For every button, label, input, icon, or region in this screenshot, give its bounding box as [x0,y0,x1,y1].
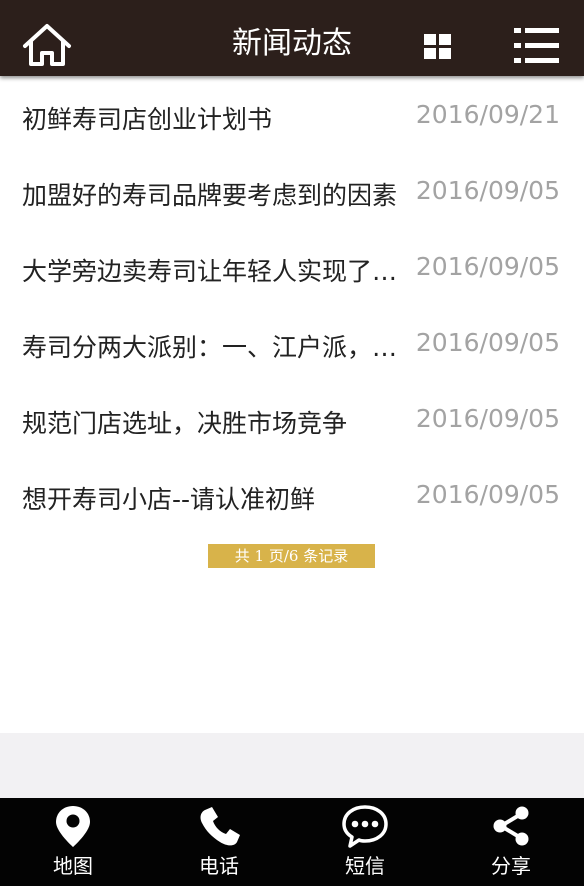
menu-list-icon [514,28,559,63]
footer-sms-label: 短信 [345,854,385,878]
map-pin-icon [56,806,90,847]
footer-share-button[interactable]: 分享 [438,798,584,886]
footer-map-label: 地图 [53,854,93,878]
news-date: 2016/09/05 [415,176,560,205]
news-title[interactable]: 大学旁边卖寿司让年轻人实现了创业梦 [22,252,402,288]
news-title[interactable]: 初鲜寿司店创业计划书 [22,100,402,136]
news-item[interactable]: 规范门店选址，决胜市场竞争 2016/09/05 [0,380,584,456]
news-item[interactable]: 加盟好的寿司品牌要考虑到的因素 2016/09/05 [0,152,584,228]
footer-sms-button[interactable]: 短信 [292,798,438,886]
top-header: 新闻动态 [0,0,584,76]
grid-icon [424,34,451,59]
news-list: 初鲜寿司店创业计划书 2016/09/21 加盟好的寿司品牌要考虑到的因素 20… [0,76,584,532]
footer-share-label: 分享 [491,854,531,878]
pagination-info: 共 1 页/6 条记录 [208,544,375,568]
news-item[interactable]: 寿司分两大派别：一、江户派，二、关西派 2016/09/05 [0,304,584,380]
phone-icon [200,807,240,846]
news-title[interactable]: 寿司分两大派别：一、江户派，二、关西派 [22,328,402,364]
grid-view-button[interactable] [424,34,452,60]
news-date: 2016/09/05 [415,404,560,433]
footer-map-button[interactable]: 地图 [0,798,146,886]
news-date: 2016/09/21 [415,100,560,129]
sms-icon [342,805,388,848]
news-item[interactable]: 初鲜寿司店创业计划书 2016/09/21 [0,76,584,152]
bottom-nav: 地图 电话 短信 分享 [0,798,584,886]
news-date: 2016/09/05 [415,328,560,357]
news-item[interactable]: 想开寿司小店--请认准初鲜 2016/09/05 [0,456,584,532]
footer-phone-button[interactable]: 电话 [146,798,292,886]
news-title[interactable]: 规范门店选址，决胜市场竞争 [22,404,402,440]
news-item[interactable]: 大学旁边卖寿司让年轻人实现了创业梦 2016/09/05 [0,228,584,304]
footer-phone-label: 电话 [199,854,239,878]
content-spacer [0,733,584,798]
share-icon [493,806,529,846]
news-title[interactable]: 想开寿司小店--请认准初鲜 [22,480,402,516]
news-date: 2016/09/05 [415,252,560,281]
news-date: 2016/09/05 [415,480,560,509]
page-title: 新闻动态 [232,26,352,61]
news-title[interactable]: 加盟好的寿司品牌要考虑到的因素 [22,176,402,212]
menu-button[interactable] [514,26,560,66]
